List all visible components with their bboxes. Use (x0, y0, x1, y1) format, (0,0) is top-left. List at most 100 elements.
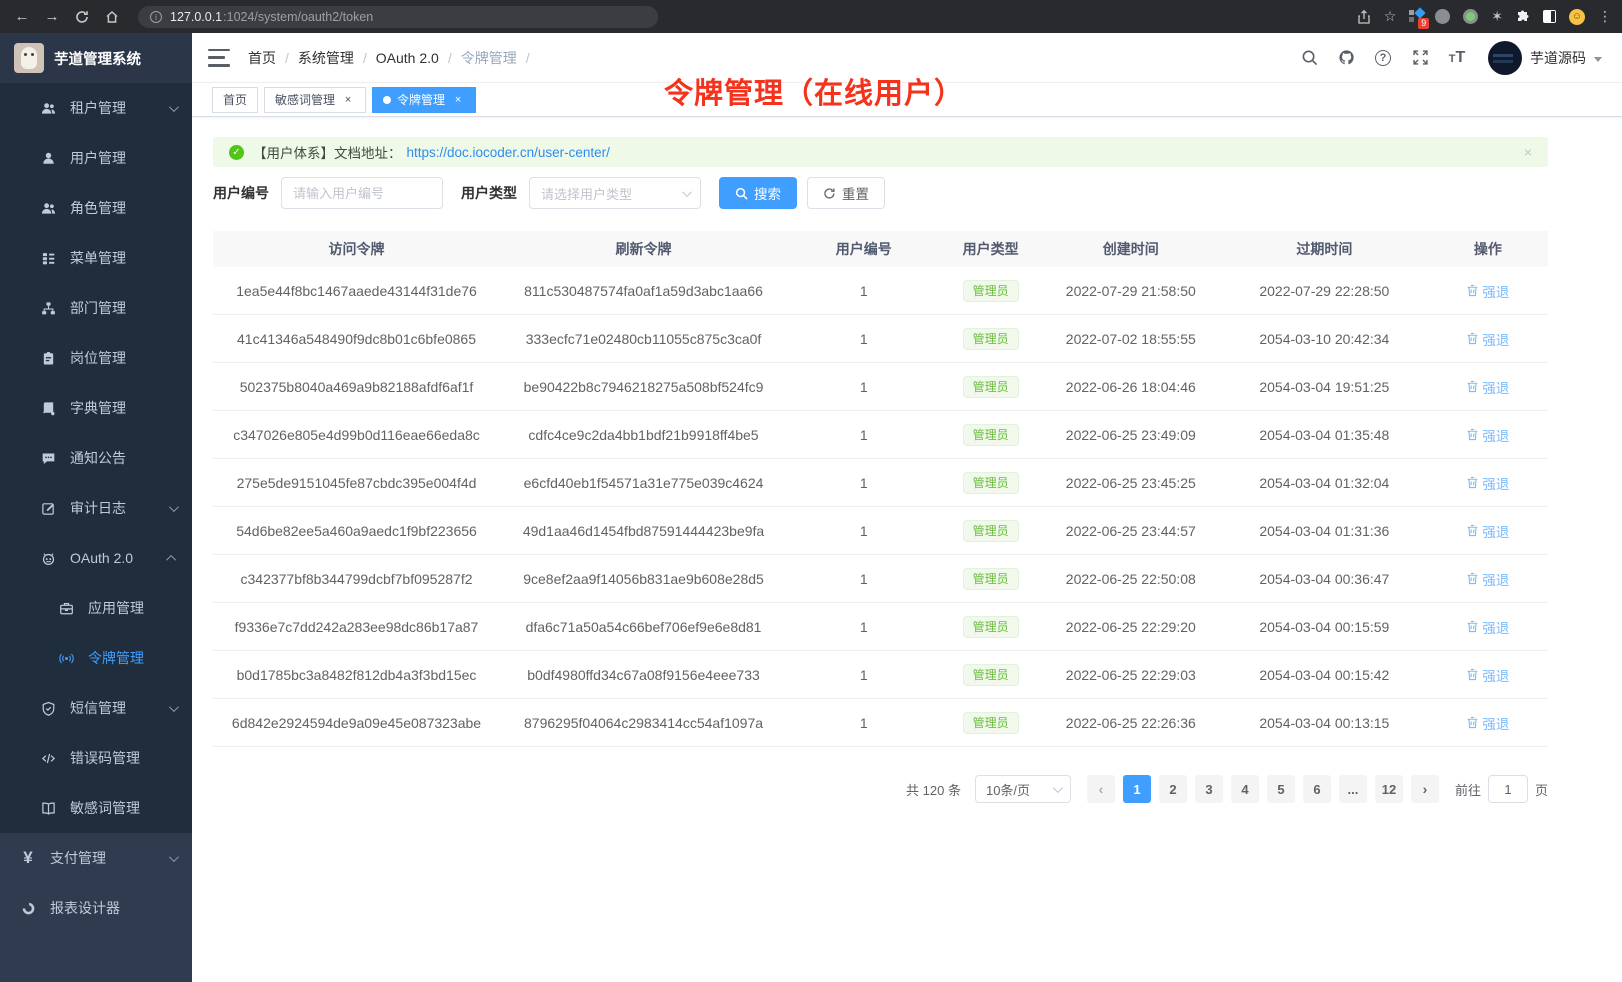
sidebar-item[interactable]: ¥ 支付管理 (0, 833, 192, 883)
users-icon (40, 200, 56, 216)
tag-tab[interactable]: 敏感词管理 × (264, 87, 366, 113)
sidebar-item[interactable]: 租户管理 (0, 83, 192, 133)
reset-button[interactable]: 重置 (807, 177, 885, 209)
sidebar-item[interactable]: 部门管理 (0, 283, 192, 333)
kick-out-button[interactable]: 强退 (1466, 281, 1509, 301)
user-menu[interactable]: 芋道源码 (1488, 41, 1602, 75)
sidebar-item[interactable]: 敏感词管理 (0, 783, 192, 833)
extension-gray-icon[interactable] (1435, 9, 1450, 24)
site-info-icon[interactable]: i (150, 11, 162, 23)
kick-out-button[interactable]: 强退 (1466, 425, 1509, 445)
expire-time-cell: 2054-03-04 01:32:04 (1221, 475, 1428, 491)
sidebar-item[interactable]: OAuth 2.0 (0, 533, 192, 583)
action-cell: 强退 (1428, 665, 1548, 685)
extension-green-dot-icon[interactable] (1463, 9, 1478, 24)
sidebar-item[interactable]: 错误码管理 (0, 733, 192, 783)
column-header: 过期时间 (1221, 239, 1428, 259)
help-icon[interactable]: ? (1373, 48, 1393, 68)
kick-out-button[interactable]: 强退 (1466, 665, 1509, 685)
sidebar-item-label: 审计日志 (70, 498, 126, 518)
back-icon[interactable]: ← (10, 5, 34, 29)
app-logo[interactable]: 芋道管理系统 (0, 33, 192, 83)
font-size-icon[interactable]: TT (1447, 48, 1467, 68)
kick-out-button[interactable]: 强退 (1466, 521, 1509, 541)
sidebar-item[interactable]: 字典管理 (0, 383, 192, 433)
forward-icon[interactable]: → (40, 5, 64, 29)
collapse-menu-icon[interactable] (208, 49, 230, 67)
page-button[interactable]: ... (1339, 775, 1367, 803)
sidebar-item[interactable]: 菜单管理 (0, 233, 192, 283)
sidebar-item[interactable]: 通知公告 (0, 433, 192, 483)
kick-out-button[interactable]: 强退 (1466, 329, 1509, 349)
extension-tabs-icon[interactable]: 9 (1409, 10, 1422, 23)
breadcrumb-item[interactable]: 令牌管理/ (461, 48, 539, 68)
breadcrumb-item[interactable]: 首页/ (248, 48, 298, 68)
refresh-token-cell: 333ecfc71e02480cb11055c875c3ca0f (500, 331, 787, 347)
sidebar-item[interactable]: 令牌管理 (0, 633, 192, 683)
user-type-tag: 管理员 (963, 280, 1019, 302)
created-time-cell: 2022-06-25 22:26:36 (1041, 715, 1221, 731)
kick-out-button[interactable]: 强退 (1466, 617, 1509, 637)
doc-link[interactable]: https://doc.iocoder.cn/user-center/ (407, 145, 610, 160)
user-type-cell: 管理员 (941, 664, 1041, 686)
page-button[interactable]: 3 (1195, 775, 1223, 803)
fullscreen-icon[interactable] (1410, 48, 1430, 68)
sidebar-item[interactable]: 岗位管理 (0, 333, 192, 383)
access-token-cell: b0d1785bc3a8482f812db4a3f3bd15ec (213, 667, 500, 683)
page-button[interactable]: 4 (1231, 775, 1259, 803)
created-time-cell: 2022-06-26 18:04:46 (1041, 379, 1221, 395)
close-tab-icon[interactable]: × (341, 93, 355, 107)
prev-page-button[interactable]: ‹ (1087, 775, 1115, 803)
page-button[interactable]: 5 (1267, 775, 1295, 803)
address-bar[interactable]: i 127.0.0.1:1024/system/oauth2/token (138, 6, 658, 28)
doc-alert: ✓ 【用户体系】文档地址： https://doc.iocoder.cn/use… (213, 137, 1548, 167)
page-size-select[interactable]: 10条/页 (975, 775, 1071, 803)
action-cell: 强退 (1428, 473, 1548, 493)
close-tab-icon[interactable]: × (451, 93, 465, 107)
user-id-input[interactable] (293, 186, 431, 201)
refresh-token-cell: dfa6c71a50a54c66bef706ef9e6e8d81 (500, 619, 787, 635)
table-row: 54d6be82ee5a460a9aedc1f9bf223656 49d1aa4… (213, 507, 1548, 555)
page-button[interactable]: 6 (1303, 775, 1331, 803)
side-panel-icon[interactable] (1543, 10, 1556, 23)
kick-out-button[interactable]: 强退 (1466, 569, 1509, 589)
search-button[interactable]: 搜索 (719, 177, 797, 209)
page-button[interactable]: 12 (1375, 775, 1403, 803)
table-row: f9336e7c7dd242a283ee98dc86b17a87 dfa6c71… (213, 603, 1548, 651)
page-button[interactable]: 1 (1123, 775, 1151, 803)
menu-dots-icon[interactable]: ⋮ (1598, 8, 1612, 25)
sidebar: 芋道管理系统 租户管理 用户管理 角色管理 菜单管理 (0, 33, 192, 982)
kick-out-button[interactable]: 强退 (1466, 377, 1509, 397)
expire-time-cell: 2054-03-04 00:13:15 (1221, 715, 1428, 731)
extension-star-icon[interactable]: ✶ (1491, 8, 1503, 25)
sidebar-item[interactable]: 角色管理 (0, 183, 192, 233)
tag-tab[interactable]: 首页 × (212, 87, 258, 113)
sidebar-item[interactable]: 报表设计器 (0, 883, 192, 933)
sidebar-item[interactable]: 用户管理 (0, 133, 192, 183)
next-page-button[interactable]: › (1411, 775, 1439, 803)
github-icon[interactable] (1336, 48, 1356, 68)
reload-icon[interactable] (70, 5, 94, 29)
alert-close-icon[interactable]: × (1524, 144, 1532, 160)
token-icon (58, 650, 74, 666)
sidebar-item[interactable]: 短信管理 (0, 683, 192, 733)
sidebar-item[interactable]: 应用管理 (0, 583, 192, 633)
search-icon[interactable] (1299, 48, 1319, 68)
share-icon[interactable] (1357, 10, 1371, 24)
chevron-down-icon (1053, 783, 1063, 793)
kick-out-button[interactable]: 强退 (1466, 713, 1509, 733)
kick-out-button[interactable]: 强退 (1466, 473, 1509, 493)
goto-page-input[interactable] (1488, 775, 1528, 803)
profile-avatar-icon[interactable]: ☺ (1569, 9, 1585, 25)
breadcrumb-item[interactable]: OAuth 2.0/ (376, 50, 461, 66)
user-type-select[interactable]: 请选择用户类型 (529, 177, 701, 209)
home-icon[interactable] (100, 5, 124, 29)
bookmark-star-icon[interactable]: ☆ (1384, 8, 1397, 25)
tag-tab[interactable]: 令牌管理 × (372, 87, 476, 113)
chevron-icon (169, 102, 179, 112)
log-icon (40, 500, 56, 516)
page-button[interactable]: 2 (1159, 775, 1187, 803)
breadcrumb-item[interactable]: 系统管理/ (298, 48, 376, 68)
sidebar-item[interactable]: 审计日志 (0, 483, 192, 533)
extensions-puzzle-icon[interactable] (1516, 10, 1530, 24)
